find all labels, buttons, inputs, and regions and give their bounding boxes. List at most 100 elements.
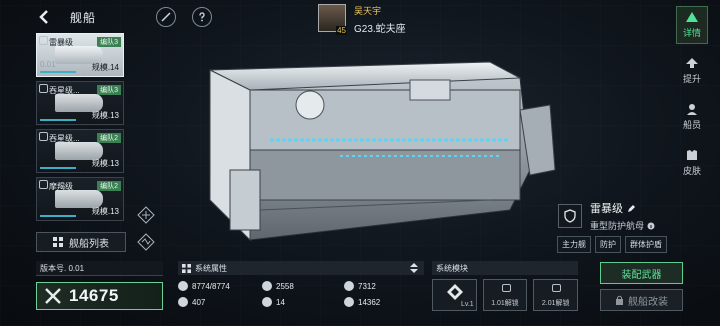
tab-details[interactable]: 详情 [676,6,708,44]
sort-icon[interactable] [410,263,418,273]
ship-progress-bar [40,71,76,73]
attribute-item: 2558 [262,281,344,291]
tab-label: 详情 [682,28,701,38]
formation-icon [137,233,155,251]
ship-card[interactable]: 吞星级... 编队3 规模.13 [36,81,124,125]
ship-list: 雷暴级 编队3 0.01 规模.14 吞星级... 编队3 规模.13 吞星级.… [36,33,126,225]
ship-scale: 规模.13 [91,111,119,120]
attribute-item: 407 [178,297,262,307]
edit-icon[interactable] [627,204,636,213]
tab-crew[interactable]: 船员 [676,98,708,136]
modules-header: 系统模块 [436,263,468,273]
fleet-list-label: 舰船列表 [69,238,109,250]
combat-power-value: 14675 [69,286,119,305]
fleet-tag: 编队2 [97,133,121,143]
player-location: G23.蛇夫座 [354,24,406,35]
tab-skin[interactable]: 皮肤 [676,144,708,182]
combat-power: 14675 [36,282,163,310]
skin-icon [687,150,697,160]
ship-model[interactable] [190,50,570,250]
lock-icon [501,284,511,292]
system-attributes-panel: 系统属性 8774/8774 2558 7312 407 14 14362 [178,261,424,315]
grid-icon [182,263,191,273]
module-slot-locked[interactable]: 1.01解锁 [482,279,528,311]
ship-type-icon [39,132,48,141]
formation-button[interactable] [136,232,156,252]
avatar[interactable]: 45 [318,4,347,35]
ship-type-icon [39,36,48,45]
equip-weapon-button[interactable]: 装配武器 [600,262,683,284]
ship-progress-bar [40,119,76,121]
ship-role: 重型防护航母 [590,221,645,231]
version-label: 版本号. 0.01 [36,261,163,276]
module-slot-label: Lv.1 [460,301,474,308]
question-icon [199,12,205,22]
tab-upgrade[interactable]: 提升 [676,52,708,90]
crew-icon [687,104,697,115]
attribute-item: 14362 [344,297,424,307]
ship-progress-bar [40,215,76,217]
shield-icon [558,204,582,228]
armor-stat-icon [262,281,272,291]
attribute-value: 407 [192,297,206,307]
attribute-value: 7312 [358,281,376,291]
fleet-tag: 编队3 [97,37,121,47]
filter-button[interactable] [136,205,156,225]
ship-card[interactable]: 摩羯级 编队2 规模.13 [36,177,124,221]
attribute-value: 2558 [276,281,294,291]
ship-card[interactable]: 雷暴级 编队3 0.01 规模.14 [36,33,124,77]
ship-tag: 防护 [595,236,621,253]
top-bar: 舰船 [34,6,212,28]
fleet-tag: 编队3 [97,85,121,95]
ship-scale: 规模.13 [91,159,119,168]
attribute-item: 14 [262,297,344,307]
module-diamond-icon [447,284,463,300]
ship-progress-bar [40,167,76,169]
ship-class-name: 雷暴级 [590,203,623,215]
attribute-value: 14362 [358,297,381,307]
attributes-header: 系统属性 [195,263,227,273]
grid-icon [53,237,63,247]
ship-scale: 规模.13 [91,207,119,216]
page-title: 舰船 [70,10,97,25]
refit-label: 舰船改装 [628,296,668,308]
attribute-item: 7312 [344,281,424,291]
cargo-stat-icon [344,297,354,307]
shield-stat-icon [178,281,188,291]
lock-icon [616,295,623,305]
ship-card[interactable]: 吞星级... 编队2 规模.13 [36,129,124,173]
attribute-value: 14 [276,297,285,307]
lock-icon [552,284,562,292]
info-icon[interactable] [647,222,655,230]
module-slot-label: 2.01解锁 [541,300,570,307]
attribute-item: 8774/8774 [178,281,262,291]
back-button[interactable] [34,7,54,27]
ship-tag: 群体护盾 [625,236,667,253]
crew-stat-icon [262,297,272,307]
module-slot-locked[interactable]: 2.01解锁 [533,279,579,311]
upgrade-icon [686,58,698,68]
player-level: 45 [336,26,347,35]
right-nav: 详情 提升 船员 皮肤 [676,6,708,182]
rocket-icon [161,12,171,22]
crosshair-icon [137,206,155,224]
ship-tag: 主力舰 [557,236,591,253]
ship-scale: 规模.14 [91,63,119,72]
speed-stat-icon [178,297,188,307]
ship-refit-button[interactable]: 舰船改装 [600,289,683,311]
tab-label: 提升 [682,74,701,84]
spaceship-image [209,61,556,242]
system-modules-panel: 系统模块 Lv.1 1.01解锁 2.01解锁 [432,261,579,315]
fleet-list-button[interactable]: 舰船列表 [36,232,126,252]
rocket-button[interactable] [156,7,176,27]
ship-type-icon [39,180,48,189]
tab-label: 皮肤 [682,166,701,176]
module-slot-label: 1.01解锁 [491,300,519,307]
ship-type-icon [39,84,48,93]
ship-tags: 主力舰 防护 群体护盾 [557,236,667,253]
module-slot[interactable]: Lv.1 [432,279,477,311]
player-info[interactable]: 45 吴天宇 G23.蛇夫座 [318,4,406,35]
ship-level: 0.01 [40,60,56,69]
help-button[interactable] [192,7,212,27]
details-icon [686,12,698,22]
